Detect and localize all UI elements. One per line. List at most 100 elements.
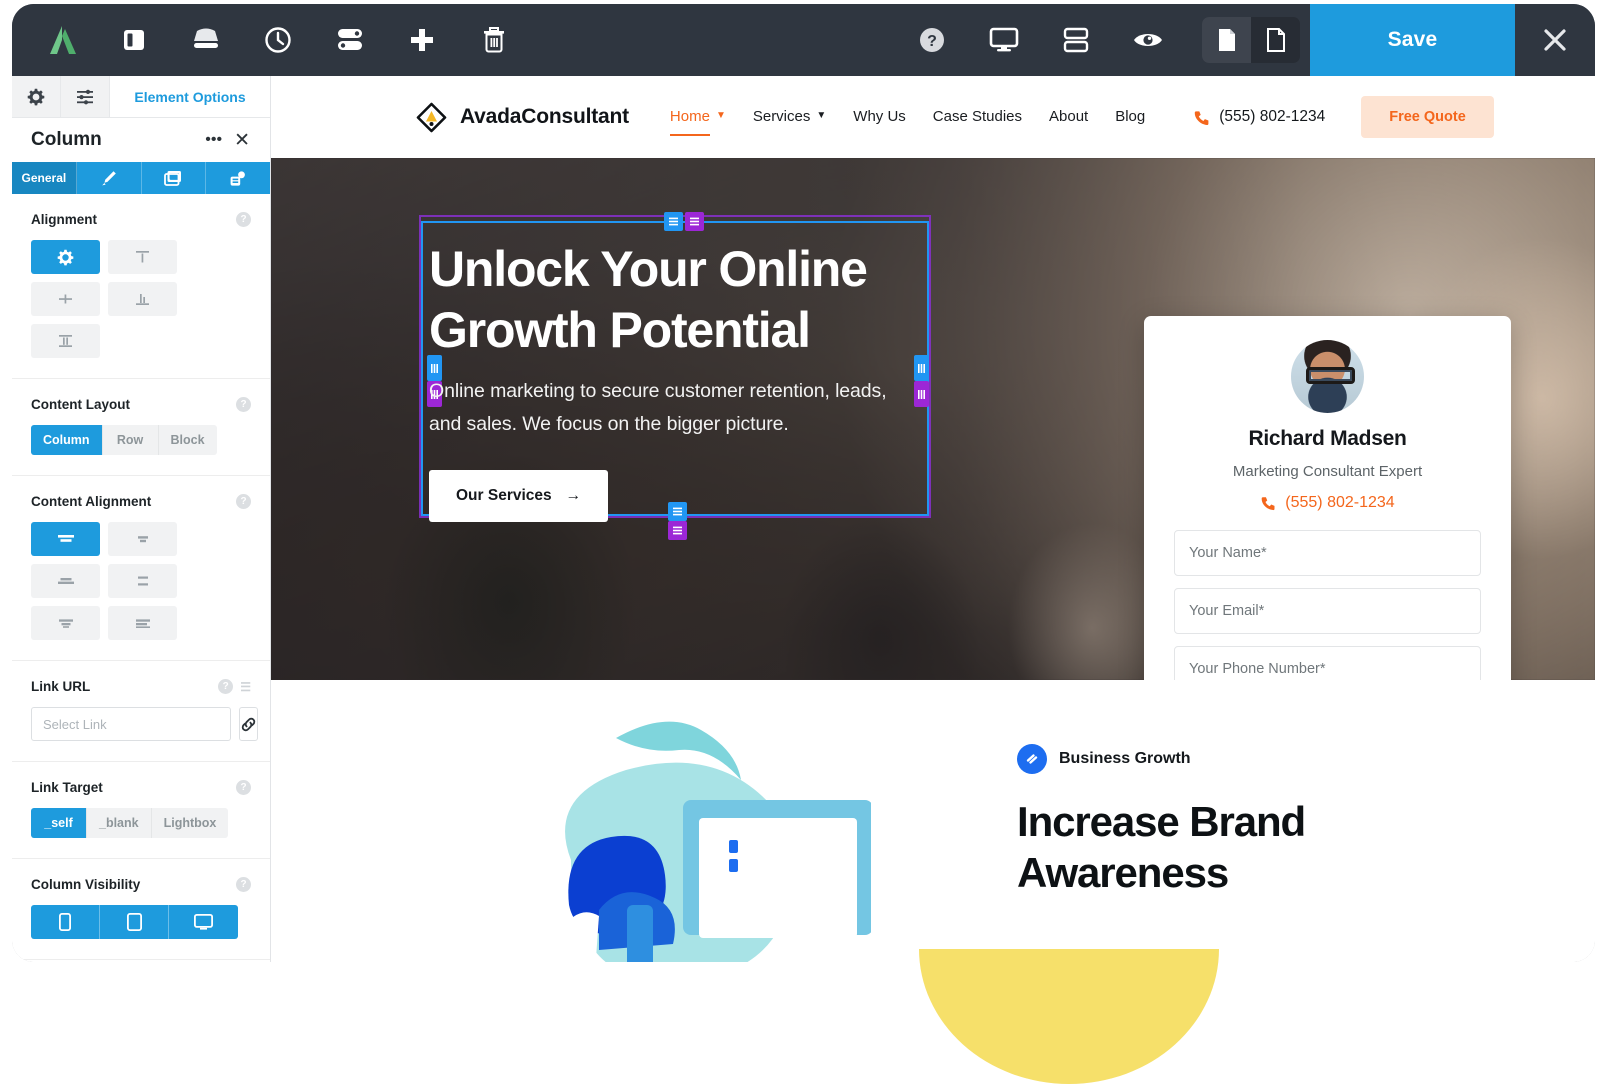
builder-toolbar: ? Save	[12, 4, 1595, 76]
help-icon[interactable]: ?	[236, 780, 251, 795]
link-target-blank[interactable]: _blank	[87, 808, 152, 838]
help-icon[interactable]: ?	[236, 397, 251, 412]
content-layout-label: Content Layout	[31, 397, 130, 412]
history-icon[interactable]	[242, 4, 314, 76]
contact-name-field[interactable]	[1174, 530, 1481, 576]
visibility-desktop-icon[interactable]	[169, 905, 238, 939]
visibility-mobile-icon[interactable]	[31, 905, 100, 939]
save-button[interactable]: Save	[1310, 4, 1515, 76]
contact-phone-number: (555) 802-1234	[1285, 494, 1395, 511]
help-icon[interactable]: ?	[896, 4, 968, 76]
link-url-input[interactable]	[31, 707, 231, 741]
chevron-down-icon: ▼	[715, 110, 726, 121]
avada-logo-icon[interactable]	[26, 4, 98, 76]
column-visibility-label-row: Column Visibility ?	[31, 877, 251, 892]
free-quote-button[interactable]: Free Quote	[1361, 96, 1494, 138]
growth-tag-label: Business Growth	[1059, 750, 1191, 767]
tab-background[interactable]	[142, 162, 207, 194]
visibility-tablet-icon[interactable]	[100, 905, 169, 939]
content-alignment-label-row: Content Alignment ?	[31, 494, 251, 509]
panel-title: Column	[31, 129, 102, 150]
alignment-flex-end[interactable]	[108, 282, 177, 316]
reset-icon[interactable]: ☰	[240, 680, 251, 694]
option-group-column-visibility: Column Visibility ?	[12, 859, 270, 960]
close-builder-button[interactable]	[1515, 4, 1595, 76]
content-layout-column[interactable]: Column	[31, 425, 103, 455]
sidebar-toggle-icon[interactable]	[98, 4, 170, 76]
view-mode-switch	[1202, 17, 1300, 63]
hero-subtitle[interactable]: Online marketing to secure customer rete…	[429, 375, 921, 441]
option-group-link-url: Link URL ? ☰	[12, 661, 270, 762]
content-layout-row[interactable]: Row	[103, 425, 159, 455]
tab-general[interactable]: General	[12, 162, 77, 194]
header-phone-number: (555) 802-1234	[1219, 108, 1326, 125]
desktop-icon[interactable]	[968, 4, 1040, 76]
help-icon[interactable]: ?	[218, 679, 234, 694]
content-align-flex-end[interactable]	[31, 564, 100, 598]
column-handle-top-purple[interactable]	[685, 212, 704, 231]
nav-blog[interactable]: Blog	[1115, 108, 1145, 127]
column-handle-bottom-purple[interactable]	[668, 521, 687, 540]
link-icon[interactable]	[239, 707, 258, 741]
panel-more-options-icon[interactable]: •••	[199, 131, 228, 149]
alignment-center[interactable]	[31, 282, 100, 316]
contact-phone-field[interactable]	[1174, 646, 1481, 680]
help-icon[interactable]: ?	[236, 494, 251, 509]
element-options-tab[interactable]: Element Options	[110, 76, 270, 117]
tab-design[interactable]	[77, 162, 142, 194]
nav-about[interactable]: About	[1049, 108, 1088, 127]
help-icon[interactable]: ?	[236, 212, 251, 227]
alignment-stretch[interactable]	[31, 324, 100, 358]
panel-options-body[interactable]: Alignment ? Content Layout ? Column Row …	[12, 194, 270, 962]
add-element-icon[interactable]	[386, 4, 458, 76]
contact-email-field[interactable]	[1174, 588, 1481, 634]
content-align-space-evenly[interactable]	[108, 606, 177, 640]
link-target-self[interactable]: _self	[31, 808, 87, 838]
content-align-space-around[interactable]	[31, 606, 100, 640]
alignment-flex-start[interactable]	[108, 240, 177, 274]
tab-extras[interactable]	[206, 162, 270, 194]
avada-live-builder-window: ? Save Element Options Column ••• ✕ Gene…	[12, 4, 1595, 962]
nav-why-us[interactable]: Why Us	[853, 108, 906, 127]
settings-toggles-icon[interactable]	[314, 4, 386, 76]
toolbar-right-group: ? Save	[896, 4, 1595, 76]
option-group-content-layout: Content Layout ? Column Row Block	[12, 379, 270, 476]
column-handle-bottom-blue[interactable]	[668, 502, 687, 521]
layout-rows-icon[interactable]	[1040, 4, 1112, 76]
page-preview-canvas[interactable]: AvadaConsultant Home ▼ Services ▼ Why Us	[271, 76, 1595, 962]
site-brand[interactable]: AvadaConsultant	[416, 102, 629, 133]
page-builder-view-icon[interactable]	[1202, 17, 1251, 63]
help-icon[interactable]: ?	[236, 877, 251, 892]
nav-home[interactable]: Home ▼	[669, 108, 726, 136]
panel-close-icon[interactable]: ✕	[228, 129, 256, 152]
link-url-label-row: Link URL ? ☰	[31, 679, 251, 694]
nav-case-studies[interactable]: Case Studies	[933, 108, 1022, 127]
contact-phone-link[interactable]: (555) 802-1234	[1174, 494, 1481, 512]
content-align-center[interactable]	[108, 522, 177, 556]
content-align-space-between[interactable]	[108, 564, 177, 598]
contact-role: Marketing Consultant Expert	[1232, 463, 1423, 480]
document-view-icon[interactable]	[1251, 17, 1300, 63]
hero-title[interactable]: Unlock Your Online Growth Potential	[429, 239, 899, 361]
column-visibility-label: Column Visibility	[31, 877, 141, 892]
header-phone-link[interactable]: (555) 802-1234	[1193, 108, 1325, 126]
eye-icon[interactable]	[1112, 4, 1184, 76]
contact-card[interactable]: Richard Madsen Marketing Consultant Expe…	[1144, 316, 1511, 680]
link-target-label: Link Target	[31, 780, 103, 795]
nav-services[interactable]: Services ▼	[753, 108, 826, 127]
alignment-default[interactable]	[31, 240, 100, 274]
content-layout-label-row: Content Layout ?	[31, 397, 251, 412]
page-options-tab[interactable]	[61, 76, 110, 117]
global-options-tab[interactable]	[12, 76, 61, 117]
panel-tab-bar: General	[12, 162, 270, 194]
library-icon[interactable]	[170, 4, 242, 76]
chevron-down-icon: ▼	[816, 110, 827, 121]
content-align-flex-start[interactable]	[31, 522, 100, 556]
trash-icon[interactable]	[458, 4, 530, 76]
content-layout-block[interactable]: Block	[159, 425, 217, 455]
hero-section[interactable]: Unlock Your Online Growth Potential Onli…	[271, 158, 1595, 680]
link-target-lightbox[interactable]: Lightbox	[152, 808, 229, 838]
selected-column[interactable]: Unlock Your Online Growth Potential Onli…	[419, 212, 931, 540]
column-handle-top-blue[interactable]	[664, 212, 683, 231]
our-services-button[interactable]: Our Services →	[429, 470, 609, 522]
